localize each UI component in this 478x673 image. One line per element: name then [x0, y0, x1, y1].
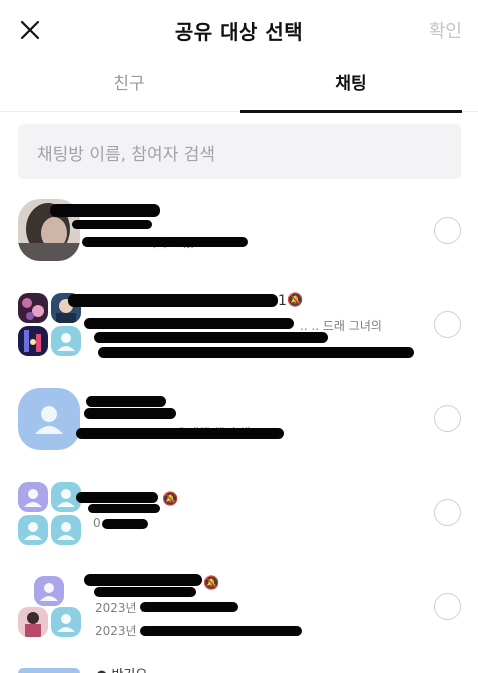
chat-room-item[interactable]: 1 🔕 .. .. 드래 그녀의 [0, 278, 478, 370]
redacted-name [76, 492, 158, 503]
redacted-name [94, 587, 196, 597]
group-photo-1 [18, 293, 48, 323]
person-icon [18, 515, 48, 545]
message-preview-partial: ● 반기으~ [96, 664, 158, 673]
radio-unchecked-icon[interactable] [434, 499, 461, 526]
radio-unchecked-icon[interactable] [434, 217, 461, 244]
radio-unchecked-icon[interactable] [434, 405, 461, 432]
top-bar: 공유 대상 선택 확인 [0, 0, 478, 60]
redacted-preview [102, 519, 148, 529]
tab-chat-label: 채팅 [335, 74, 367, 94]
person-icon [34, 576, 64, 606]
chat-room-item[interactable]: 🔕 0 [0, 466, 478, 558]
redacted-name [86, 396, 166, 407]
chat-room-item[interactable]: 🔕 2023년 .. 2023년 .. [0, 560, 478, 652]
active-tab-indicator [240, 110, 462, 113]
redacted-preview [94, 332, 328, 343]
chat-room-item[interactable]: .. .. .. .. ..이라고 했.. .. [0, 184, 478, 276]
tab-chat[interactable]: 채팅 [240, 60, 462, 113]
search-input[interactable]: 채팅방 이름, 참여자 검색 [18, 124, 461, 179]
person-icon [51, 326, 81, 356]
redacted-preview [84, 318, 294, 329]
redacted-name [72, 220, 152, 229]
redacted-preview [98, 347, 414, 358]
redacted-name [50, 204, 160, 217]
chat-room-item[interactable]: .. .. 에 대해 했던 채 [0, 372, 478, 464]
search-placeholder: 채팅방 이름, 참여자 검색 [37, 145, 216, 165]
tab-friends[interactable]: 친구 [18, 60, 240, 112]
group-photo-3 [18, 326, 48, 356]
redacted-preview [76, 428, 284, 439]
group-photo [18, 607, 48, 637]
page-title: 공유 대상 선택 [174, 20, 304, 44]
redacted-preview [82, 237, 248, 247]
bell-off-icon: 🔕 [162, 492, 179, 507]
person-icon [51, 515, 81, 545]
radio-unchecked-icon[interactable] [434, 311, 461, 338]
chat-room-item-partial[interactable] [18, 668, 80, 673]
person-icon [18, 482, 48, 512]
redacted-name [84, 408, 176, 419]
redacted-preview [140, 602, 238, 612]
bell-off-icon: 🔕 [287, 293, 304, 308]
chat-room-name-fragment: 1 [278, 293, 287, 309]
redacted-preview [140, 626, 302, 636]
person-icon [18, 388, 80, 450]
confirm-button[interactable]: 확인 [429, 17, 462, 43]
redacted-name [68, 294, 278, 307]
bell-off-icon: 🔕 [203, 576, 220, 591]
radio-unchecked-icon[interactable] [434, 593, 461, 620]
message-preview: 0 [93, 516, 101, 530]
redacted-name [84, 574, 202, 586]
redacted-name [88, 504, 160, 513]
person-icon [51, 607, 81, 637]
tab-bar: 친구 채팅 [0, 60, 478, 113]
